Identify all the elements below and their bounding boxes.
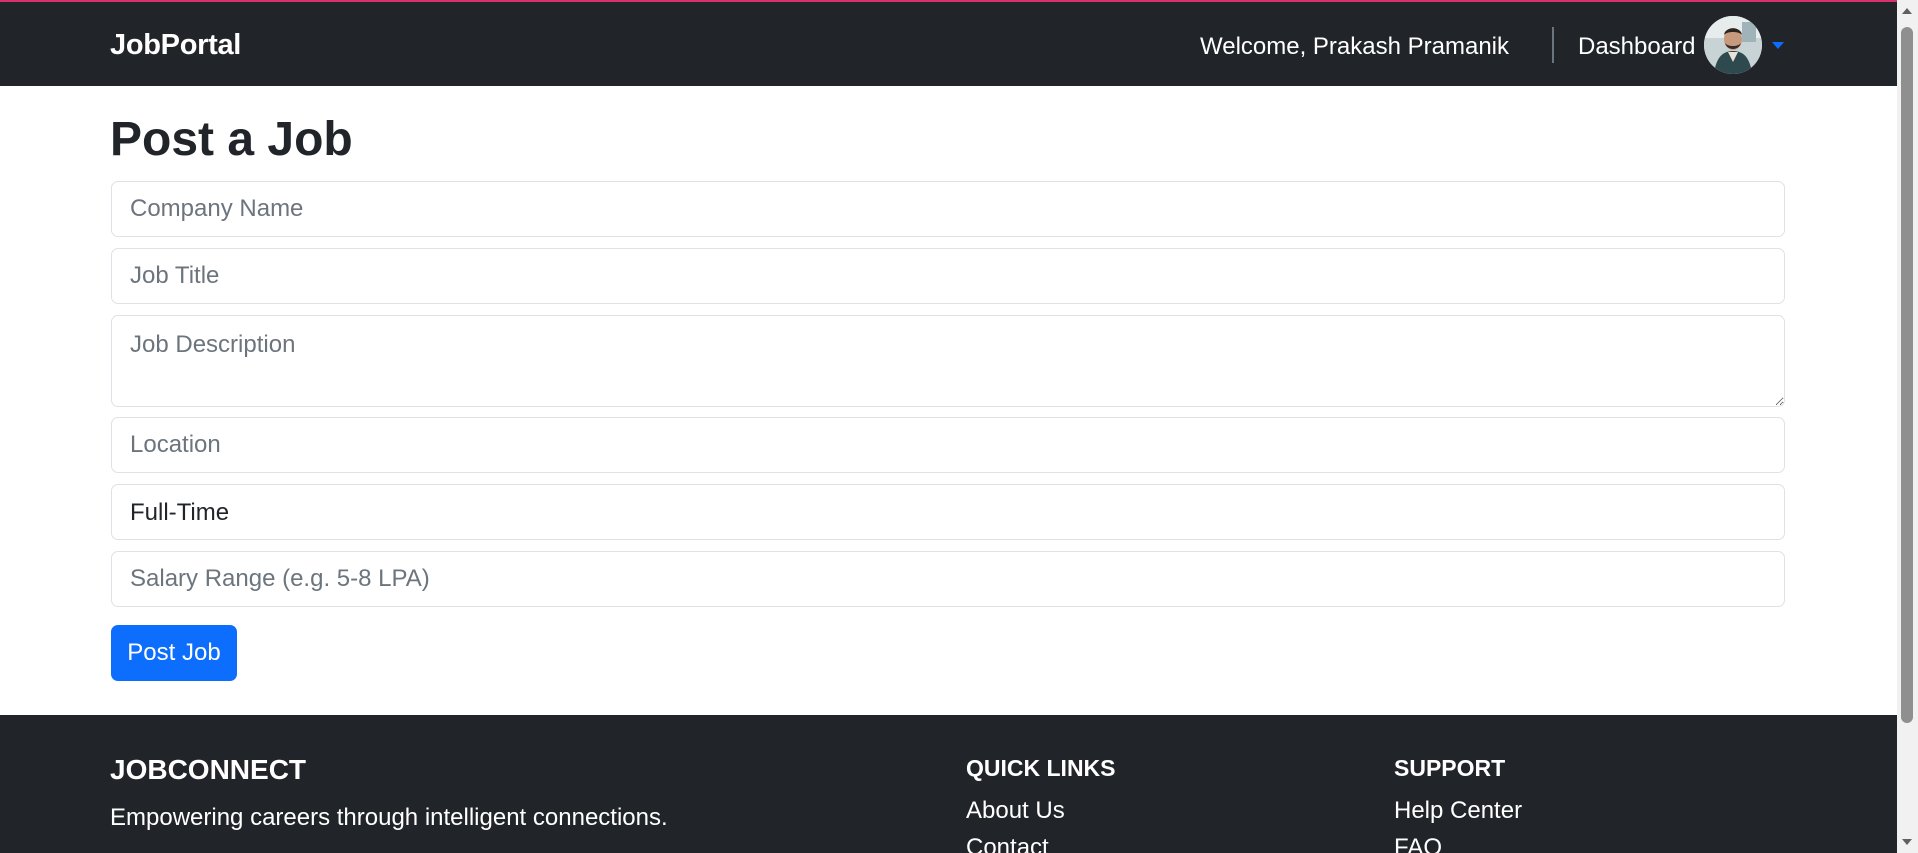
navbar: JobPortal Welcome, Prakash Pramanik Dash… (0, 2, 1897, 86)
footer-link-faq[interactable]: FAQ (1394, 833, 1442, 853)
nav-divider (1552, 27, 1554, 63)
footer-tagline: Empowering careers through intelligent c… (110, 804, 668, 831)
location-input[interactable] (111, 417, 1785, 473)
support-heading: SUPPORT (1394, 755, 1506, 781)
main-content: Post a Job Full-Time Post Job (0, 86, 1897, 715)
scrollbar-thumb[interactable] (1901, 27, 1913, 723)
footer-link-help-center[interactable]: Help Center (1394, 796, 1522, 826)
user-avatar[interactable] (1704, 16, 1762, 74)
footer-link-contact[interactable]: Contact (966, 833, 1049, 853)
dashboard-link[interactable]: Dashboard (1578, 32, 1695, 62)
scroll-up-arrow-icon[interactable] (1902, 8, 1912, 14)
job-description-textarea[interactable] (111, 315, 1785, 407)
salary-range-input[interactable] (111, 551, 1785, 607)
job-title-input[interactable] (111, 248, 1785, 304)
post-job-button[interactable]: Post Job (111, 625, 237, 681)
page: JobPortal Welcome, Prakash Pramanik Dash… (0, 0, 1918, 853)
welcome-message: Welcome, Prakash Pramanik (1200, 33, 1509, 60)
footer-link-about[interactable]: About Us (966, 796, 1065, 826)
page-title: Post a Job (110, 113, 353, 166)
caret-down-icon[interactable] (1772, 42, 1784, 49)
job-type-select[interactable]: Full-Time (111, 484, 1785, 540)
avatar-image (1704, 16, 1762, 74)
quick-links-heading: QUICK LINKS (966, 755, 1116, 781)
footer-brand: JOBCONNECT (110, 754, 307, 785)
footer: JOBCONNECT Empowering careers through in… (0, 715, 1897, 853)
company-name-input[interactable] (111, 181, 1785, 237)
scroll-down-arrow-icon[interactable] (1902, 839, 1912, 845)
brand-logo[interactable]: JobPortal (110, 28, 241, 62)
